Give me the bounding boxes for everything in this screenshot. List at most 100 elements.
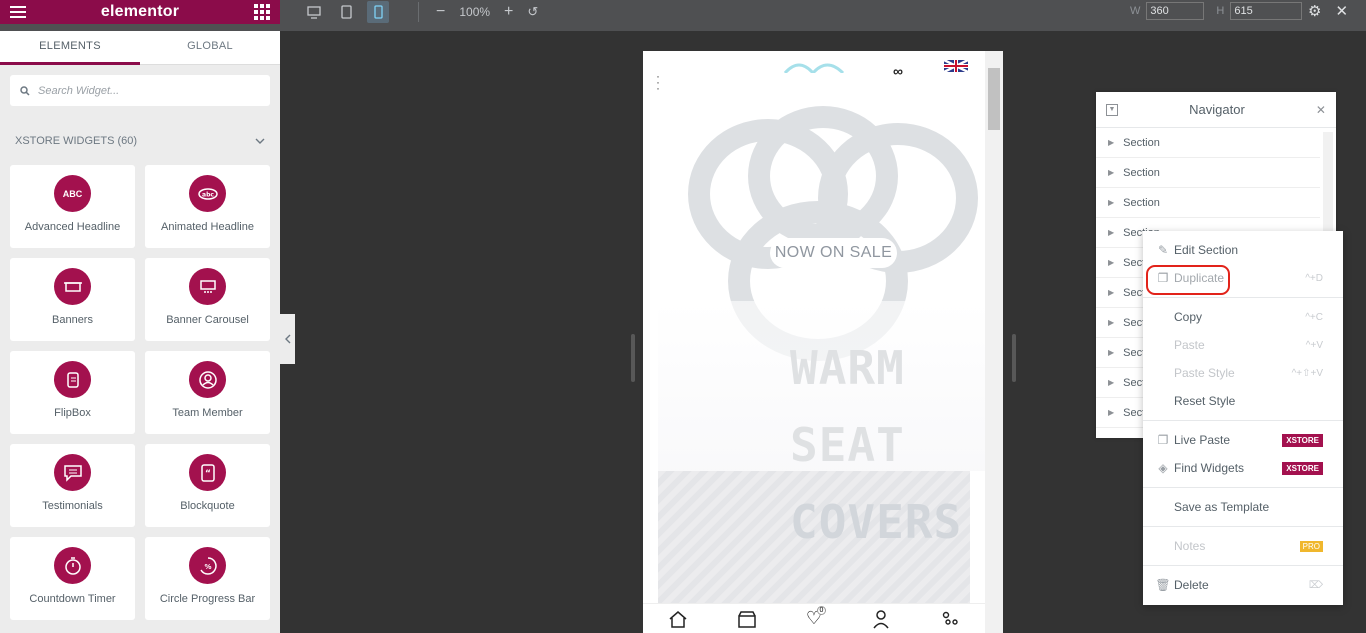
- navigator-row-label: Section: [1123, 196, 1160, 209]
- mobile-view-button[interactable]: [367, 1, 389, 23]
- toolbar-right: ⚙ ✕: [1308, 2, 1348, 20]
- menu-item-edit-section[interactable]: ✎ Edit Section: [1143, 236, 1343, 264]
- widget-banner-carousel[interactable]: Banner Carousel: [145, 258, 270, 341]
- resize-handle-right[interactable]: [1012, 334, 1016, 382]
- widget-label: FlipBox: [54, 407, 91, 419]
- widget-label: Animated Headline: [161, 221, 254, 233]
- widget-blockquote[interactable]: “ Blockquote: [145, 444, 270, 527]
- tab-global[interactable]: GLOBAL: [140, 31, 280, 65]
- chevron-down-icon: [255, 138, 265, 144]
- toolbar-divider: [418, 2, 419, 22]
- navigator-row-label: Section: [1123, 136, 1160, 149]
- widget-banners[interactable]: Banners: [10, 258, 135, 341]
- navigator-row-label: Section: [1123, 166, 1160, 179]
- navigator-row[interactable]: ▶ Section: [1096, 128, 1320, 158]
- menu-item-save-template[interactable]: Save as Template: [1143, 493, 1343, 521]
- widget-label: Circle Progress Bar: [159, 593, 256, 605]
- hero-section: NOW ON SALE: [658, 106, 985, 471]
- menu-icon[interactable]: [10, 3, 26, 21]
- navigator-row[interactable]: ▶ Section: [1096, 188, 1320, 218]
- widget-advanced-headline[interactable]: ABC Advanced Headline: [10, 165, 135, 248]
- canvas-scrollbar[interactable]: [985, 51, 1003, 633]
- team-member-icon: [189, 361, 226, 398]
- account-icon[interactable]: [871, 609, 891, 629]
- zoom-controls: − 100% + ↺: [436, 0, 538, 24]
- menu-item-paste[interactable]: Paste ^+V: [1143, 331, 1343, 359]
- menu-item-live-paste[interactable]: ❐ Live Paste XSTORE: [1143, 426, 1343, 454]
- widget-flipbox[interactable]: FlipBox: [10, 351, 135, 434]
- desktop-view-button[interactable]: [303, 1, 325, 23]
- shop-icon[interactable]: [737, 609, 757, 629]
- more-icon[interactable]: [940, 609, 960, 629]
- navigator-header: ▼ Navigator ✕: [1096, 92, 1336, 128]
- cart-icon[interactable]: ∞: [893, 63, 903, 79]
- caret-right-icon: ▶: [1108, 408, 1115, 417]
- mobile-preview-canvas: ∞ · · · NOW ON SALE WARM SEAT COVERS ♡ 0: [643, 51, 1003, 633]
- resize-handle-left[interactable]: [631, 334, 635, 382]
- headline-line-3-text: COVERS: [790, 495, 963, 549]
- caret-right-icon: ▶: [1108, 198, 1115, 207]
- scroll-thumb[interactable]: [988, 68, 1000, 130]
- banner-icon: [54, 268, 91, 305]
- tablet-view-button[interactable]: [335, 1, 357, 23]
- widget-testimonials[interactable]: Testimonials: [10, 444, 135, 527]
- panel-tabs: ELEMENTS GLOBAL: [0, 31, 280, 65]
- tablet-icon: [340, 5, 352, 19]
- wishlist-icon[interactable]: ♡ 0: [806, 606, 826, 629]
- menu-item-find-widgets[interactable]: ◈ Find Widgets XSTORE: [1143, 454, 1343, 482]
- caret-right-icon: ▶: [1108, 258, 1115, 267]
- panel-collapse-toggle[interactable]: [280, 314, 295, 364]
- xstore-badge: XSTORE: [1282, 433, 1323, 447]
- zoom-out-icon[interactable]: −: [436, 3, 445, 21]
- menu-item-delete[interactable]: 🗑 Delete ⌦: [1143, 571, 1343, 599]
- widget-label: Blockquote: [180, 500, 235, 512]
- reset-zoom-icon[interactable]: ↺: [527, 4, 538, 20]
- pencil-icon: ✎: [1157, 243, 1169, 257]
- zoom-in-icon[interactable]: +: [504, 3, 513, 21]
- menu-label: Copy: [1174, 310, 1203, 324]
- mobile-menu-icon[interactable]: · · ·: [656, 70, 660, 94]
- widget-label: Testimonials: [42, 500, 103, 512]
- circle-progress-icon: %: [189, 547, 226, 584]
- widget-countdown-timer[interactable]: Countdown Timer: [10, 537, 135, 620]
- logo-icon: [783, 63, 845, 73]
- width-input[interactable]: [1146, 2, 1205, 20]
- brand-logo: elementor: [100, 3, 180, 20]
- home-icon[interactable]: [668, 609, 688, 629]
- banner-carousel-icon: [189, 268, 226, 305]
- settings-icon[interactable]: ⚙: [1308, 2, 1321, 20]
- testimonials-icon: [54, 454, 91, 491]
- tab-elements[interactable]: ELEMENTS: [0, 31, 140, 65]
- navigator-collapse-icon[interactable]: ▼: [1106, 103, 1118, 116]
- menu-item-copy[interactable]: Copy ^+C: [1143, 303, 1343, 331]
- menu-item-paste-style[interactable]: Paste Style ^+⇧+V: [1143, 359, 1343, 387]
- panel-header: elementor: [0, 0, 280, 24]
- widget-category-header[interactable]: XSTORE WIDGETS (60): [0, 135, 280, 147]
- caret-right-icon: ▶: [1108, 378, 1115, 387]
- close-icon[interactable]: ✕: [1316, 103, 1326, 117]
- widget-team-member[interactable]: Team Member: [145, 351, 270, 434]
- device-switcher: [303, 0, 389, 24]
- menu-label: Paste Style: [1174, 366, 1235, 380]
- navigator-row[interactable]: ▶ Section: [1096, 158, 1320, 188]
- search-input[interactable]: Search Widget...: [10, 75, 270, 106]
- apps-grid-icon[interactable]: [254, 4, 270, 20]
- caret-right-icon: ▶: [1108, 228, 1115, 237]
- countdown-timer-icon: [54, 547, 91, 584]
- shortcut: ^+D: [1305, 272, 1323, 284]
- headline-line-3: COVERS: [790, 495, 962, 549]
- widget-circle-progress-bar[interactable]: % Circle Progress Bar: [145, 537, 270, 620]
- widget-label: Banner Carousel: [166, 314, 249, 326]
- menu-item-notes[interactable]: Notes PRO: [1143, 532, 1343, 560]
- caret-right-icon: ▶: [1108, 318, 1115, 327]
- context-group-notes: Notes PRO: [1143, 527, 1343, 566]
- menu-item-reset-style[interactable]: Reset Style: [1143, 387, 1343, 415]
- context-group-clipboard: Copy ^+C Paste ^+V Paste Style ^+⇧+V Reset …: [1143, 298, 1343, 421]
- svg-text:%: %: [204, 563, 211, 571]
- widget-animated-headline[interactable]: abc Animated Headline: [145, 165, 270, 248]
- height-input[interactable]: [1230, 2, 1303, 20]
- close-icon[interactable]: ✕: [1335, 2, 1348, 20]
- uk-flag-icon[interactable]: [944, 60, 968, 72]
- annotation-highlight: [1146, 265, 1230, 295]
- xstore-badge: XSTORE: [1282, 461, 1323, 475]
